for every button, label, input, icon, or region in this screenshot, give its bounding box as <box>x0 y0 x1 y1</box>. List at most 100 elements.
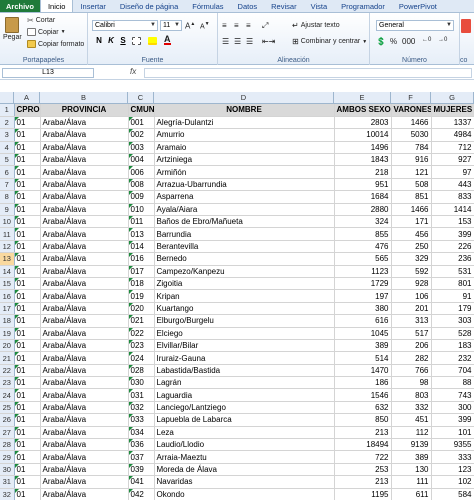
cell[interactable]: 002 <box>128 128 155 142</box>
cell[interactable]: 236 <box>431 252 474 266</box>
cell[interactable]: 9139 <box>391 438 432 452</box>
cell[interactable]: Laudio/Llodio <box>154 438 335 452</box>
header-cell[interactable]: CMUN <box>128 104 155 117</box>
cell[interactable]: 803 <box>391 388 432 402</box>
cell[interactable]: Araba/Álava <box>40 351 129 365</box>
cell[interactable]: Araba/Álava <box>40 488 129 500</box>
cell[interactable]: 333 <box>431 450 474 464</box>
cell[interactable]: 186 <box>334 376 392 390</box>
font-color-button[interactable]: A <box>164 35 171 45</box>
cell[interactable]: 01 <box>14 190 41 204</box>
tab-fórmulas[interactable]: Fórmulas <box>185 0 230 12</box>
cell[interactable]: 324 <box>334 215 392 229</box>
cell[interactable]: 01 <box>14 388 41 402</box>
cell[interactable]: 101 <box>431 426 474 440</box>
cell[interactable]: 1729 <box>334 277 392 291</box>
cell[interactable]: Araba/Álava <box>40 475 129 489</box>
cell[interactable]: 121 <box>391 165 432 179</box>
cell[interactable]: 123 <box>431 463 474 477</box>
cell[interactable]: 855 <box>334 227 392 241</box>
row-header[interactable]: 2 <box>0 116 15 130</box>
cell[interactable]: 022 <box>128 327 155 340</box>
row-header[interactable]: 16 <box>0 289 15 303</box>
cell[interactable]: Elvillar/Bilar <box>154 339 335 353</box>
cell[interactable]: Araba/Álava <box>40 314 129 328</box>
cell[interactable]: 9355 <box>431 438 474 452</box>
cell[interactable]: 213 <box>334 475 392 489</box>
tab-insertar[interactable]: Insertar <box>73 0 112 12</box>
cell[interactable]: 218 <box>334 165 392 179</box>
row-header[interactable]: 23 <box>0 376 15 390</box>
cell[interactable]: 01 <box>14 265 41 278</box>
cell[interactable]: 033 <box>128 413 155 427</box>
cell[interactable]: Bernedo <box>154 252 335 266</box>
cell[interactable]: Araba/Álava <box>40 227 129 241</box>
tab-inicio[interactable]: Inicio <box>39 0 74 12</box>
cell[interactable]: 01 <box>14 314 41 328</box>
cell[interactable]: 1684 <box>334 190 392 204</box>
cell[interactable]: 01 <box>14 426 41 440</box>
cell[interactable]: 004 <box>128 153 155 167</box>
cell[interactable]: Araba/Álava <box>40 190 129 204</box>
cell[interactable]: 226 <box>431 240 474 254</box>
cell[interactable]: Araba/Álava <box>40 450 129 464</box>
cell[interactable]: Leza <box>154 426 335 440</box>
row-header[interactable]: 13 <box>0 252 15 266</box>
cell[interactable]: 18494 <box>334 438 392 452</box>
cell[interactable]: 1414 <box>431 203 474 217</box>
tab-archivo[interactable]: Archivo <box>0 0 40 12</box>
cell[interactable]: 021 <box>128 314 155 328</box>
cell[interactable]: Araba/Álava <box>40 302 129 316</box>
header-cell[interactable]: VARONES <box>391 104 432 117</box>
cell[interactable]: 01 <box>14 203 41 217</box>
cell[interactable]: 01 <box>14 339 41 353</box>
cell[interactable]: Kripan <box>154 289 335 303</box>
cell[interactable]: 508 <box>391 178 432 192</box>
cell[interactable]: Amurrio <box>154 128 335 142</box>
percent-button[interactable]: % <box>390 37 397 46</box>
cell[interactable]: 031 <box>128 388 155 402</box>
cell[interactable]: 01 <box>14 128 41 142</box>
cell[interactable]: 951 <box>334 178 392 192</box>
align-middle-button[interactable]: ≡ <box>234 21 239 30</box>
cell[interactable]: 003 <box>128 141 155 155</box>
cell[interactable]: 722 <box>334 450 392 464</box>
thousands-button[interactable]: 000 <box>402 37 415 46</box>
column-header-g[interactable]: G <box>431 92 474 104</box>
cell[interactable]: 01 <box>14 488 41 500</box>
align-bottom-button[interactable]: ≡ <box>246 21 251 30</box>
cell[interactable]: 916 <box>391 153 432 167</box>
cell[interactable]: Araba/Álava <box>40 426 129 440</box>
cell[interactable]: 01 <box>14 178 41 192</box>
cell[interactable]: 443 <box>431 178 474 192</box>
row-header[interactable]: 19 <box>0 327 15 340</box>
currency-button[interactable]: 💲 <box>376 37 386 46</box>
cell[interactable]: 01 <box>14 289 41 303</box>
number-format-select[interactable]: General ▼ <box>376 20 454 31</box>
cell[interactable]: 179 <box>431 302 474 316</box>
function-icon[interactable]: fx <box>130 67 136 76</box>
cell[interactable]: 018 <box>128 277 155 291</box>
cell[interactable]: 032 <box>128 401 155 415</box>
cell[interactable]: 850 <box>334 413 392 427</box>
cell[interactable]: Artziniega <box>154 153 335 167</box>
cell[interactable]: Araba/Álava <box>40 128 129 142</box>
tab-datos[interactable]: Datos <box>231 0 265 12</box>
row-header[interactable]: 29 <box>0 450 15 464</box>
cell[interactable]: 528 <box>431 327 474 340</box>
cell[interactable]: 712 <box>431 141 474 155</box>
cell[interactable]: Berantevilla <box>154 240 335 254</box>
cell[interactable]: 611 <box>391 488 432 500</box>
cell[interactable]: 389 <box>334 339 392 353</box>
row-header[interactable]: 10 <box>0 215 15 229</box>
column-header-e[interactable]: E <box>334 92 391 104</box>
cell[interactable]: 1843 <box>334 153 392 167</box>
cell[interactable]: Baños de Ebro/Mañueta <box>154 215 335 229</box>
cell[interactable]: 332 <box>391 401 432 415</box>
cell[interactable]: Kuartango <box>154 302 335 316</box>
cut-button[interactable]: ✂ Cortar <box>27 16 55 25</box>
cell[interactable]: Zigoitia <box>154 277 335 291</box>
cell[interactable]: 010 <box>128 203 155 217</box>
cell[interactable]: Laguardia <box>154 388 335 402</box>
row-header[interactable]: 30 <box>0 463 15 477</box>
